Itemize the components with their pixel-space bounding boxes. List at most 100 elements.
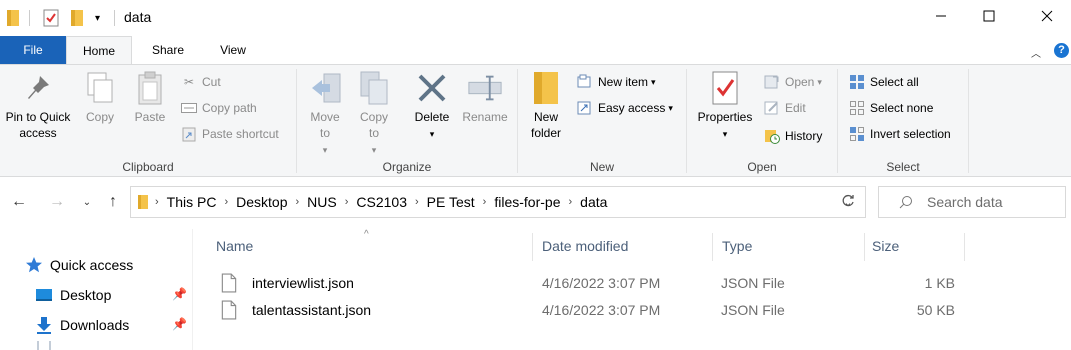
select-all-label: Select all <box>870 75 919 89</box>
open-icon <box>763 73 781 91</box>
refresh-button[interactable] <box>830 186 866 218</box>
search-input[interactable]: Search data <box>927 194 1003 210</box>
close-button[interactable] <box>1024 0 1070 34</box>
new-folder-quick-icon[interactable] <box>70 8 84 28</box>
easy-access-button[interactable]: Easy access ▾ <box>576 97 673 119</box>
history-icon <box>763 127 781 145</box>
organize-group-label: Organize <box>382 160 432 174</box>
nav-item-quick-access[interactable]: Quick access <box>24 253 133 277</box>
title-bar: ▾ data <box>0 0 1071 36</box>
new-item-button[interactable]: New item ▾ <box>576 71 656 93</box>
nav-item-desktop[interactable]: Desktop <box>34 283 111 307</box>
file-name-cell: interviewlist.json <box>221 270 354 296</box>
customize-quick-access-icon[interactable]: ▾ <box>95 8 100 28</box>
column-header-type[interactable]: Type <box>722 235 752 257</box>
address-bar[interactable]: › This PC › Desktop › NUS › CS2103 › PE … <box>130 186 866 218</box>
chevron-right-icon[interactable]: › <box>343 196 351 208</box>
delete-button[interactable]: Delete ▾ <box>409 69 455 142</box>
open-button[interactable]: Open ▾ <box>763 71 822 93</box>
back-button[interactable]: ← <box>8 191 30 213</box>
recent-locations-button[interactable]: ⌄ <box>76 191 98 213</box>
new-group-label: New <box>589 160 614 174</box>
new-item-label: New item <box>598 75 649 89</box>
chevron-up-icon[interactable]: ︿ <box>1031 45 1041 60</box>
paste-label: Paste <box>134 110 166 124</box>
copy-to-button[interactable]: Copy to ▾ <box>352 69 396 158</box>
dropdown-arrow-icon: ▾ <box>322 145 328 155</box>
breadcrumb-files-for-pe[interactable]: files-for-pe <box>488 194 566 210</box>
help-icon[interactable]: ? <box>1054 43 1069 58</box>
file-icon <box>221 273 245 293</box>
column-divider[interactable] <box>964 233 965 261</box>
nav-item-label: Quick access <box>50 257 134 273</box>
copy-path-icon <box>180 99 198 117</box>
column-divider[interactable] <box>864 233 865 261</box>
type-cell: JSON File <box>721 302 785 318</box>
paste-shortcut-button[interactable]: Paste shortcut <box>180 123 279 145</box>
chevron-right-icon[interactable]: › <box>294 196 302 208</box>
rename-button[interactable]: Rename <box>459 69 511 125</box>
select-all-button[interactable]: Select all <box>848 71 919 93</box>
window-title: data <box>124 9 152 25</box>
easy-access-label: Easy access <box>598 101 666 115</box>
tab-home[interactable]: Home <box>66 36 132 65</box>
move-to-button[interactable]: Move to ▾ <box>303 69 347 158</box>
nav-item-partial[interactable] <box>34 341 60 350</box>
tab-file[interactable]: File <box>0 36 66 64</box>
table-row[interactable]: interviewlist.json 4/16/2022 3:07 PM JSO… <box>213 270 971 296</box>
breadcrumb-data[interactable]: data <box>574 194 613 210</box>
copy-path-button[interactable]: Copy path <box>180 97 257 119</box>
chevron-right-icon[interactable]: › <box>566 196 574 208</box>
clipboard-icon <box>132 69 168 107</box>
up-button[interactable]: ↑ <box>102 191 124 213</box>
nav-item-downloads[interactable]: Downloads <box>34 313 129 337</box>
minimize-button[interactable] <box>918 0 964 34</box>
history-button[interactable]: History <box>763 125 822 147</box>
forward-button[interactable]: → <box>46 191 68 213</box>
chevron-right-icon[interactable]: › <box>222 196 230 208</box>
pin-icon[interactable]: 📌 <box>172 317 187 331</box>
download-arrow-icon <box>34 316 54 334</box>
properties-label: Properties <box>697 110 753 124</box>
breadcrumb-desktop[interactable]: Desktop <box>230 194 293 210</box>
pin-icon[interactable]: 📌 <box>172 287 187 301</box>
copy-path-label: Copy path <box>202 101 257 115</box>
edit-button[interactable]: Edit <box>763 97 806 119</box>
dropdown-arrow-icon: ▾ <box>722 129 728 139</box>
file-list: ^ Name Date modified Type Size interview… <box>193 229 1071 350</box>
tab-share[interactable]: Share <box>136 36 200 64</box>
new-folder-button[interactable]: New folder <box>524 69 568 141</box>
breadcrumb-pe-test[interactable]: PE Test <box>421 194 481 210</box>
pin-to-quick-access-button[interactable]: Pin to Quick access <box>2 69 74 141</box>
file-name: talentassistant.json <box>252 302 372 318</box>
breadcrumb-nus[interactable]: NUS <box>301 194 343 210</box>
paste-button[interactable]: Paste <box>128 69 172 125</box>
nav-item-label: Downloads <box>60 317 130 333</box>
column-divider[interactable] <box>532 233 533 261</box>
copy-button[interactable]: Copy <box>80 69 120 125</box>
select-none-label: Select none <box>870 101 934 115</box>
column-divider[interactable] <box>712 233 713 261</box>
size-cell: 1 KB <box>924 275 955 291</box>
breadcrumb-this-pc[interactable]: This PC <box>161 194 223 210</box>
column-header-name[interactable]: Name <box>216 235 253 257</box>
properties-button[interactable]: Properties ▾ <box>693 69 757 142</box>
tab-view[interactable]: View <box>200 36 266 64</box>
invert-selection-button[interactable]: Invert selection <box>848 123 951 145</box>
maximize-button[interactable] <box>966 0 1012 34</box>
table-row[interactable]: talentassistant.json 4/16/2022 3:07 PM J… <box>213 297 971 323</box>
cut-button[interactable]: ✂ Cut <box>180 71 221 93</box>
edit-icon <box>763 99 781 117</box>
chevron-right-icon[interactable]: › <box>481 196 489 208</box>
separator <box>114 10 115 26</box>
properties-quick-icon[interactable] <box>42 8 60 28</box>
breadcrumb-cs2103[interactable]: CS2103 <box>350 194 413 210</box>
copy-to-label: Copy to <box>359 110 388 140</box>
select-group-label: Select <box>886 160 920 174</box>
select-none-button[interactable]: Select none <box>848 97 933 119</box>
column-header-date-modified[interactable]: Date modified <box>542 235 628 257</box>
pin-icon <box>20 69 56 107</box>
column-header-size[interactable]: Size <box>872 235 899 257</box>
chevron-right-icon[interactable]: › <box>413 196 421 208</box>
search-box[interactable]: Search data <box>878 186 1066 218</box>
